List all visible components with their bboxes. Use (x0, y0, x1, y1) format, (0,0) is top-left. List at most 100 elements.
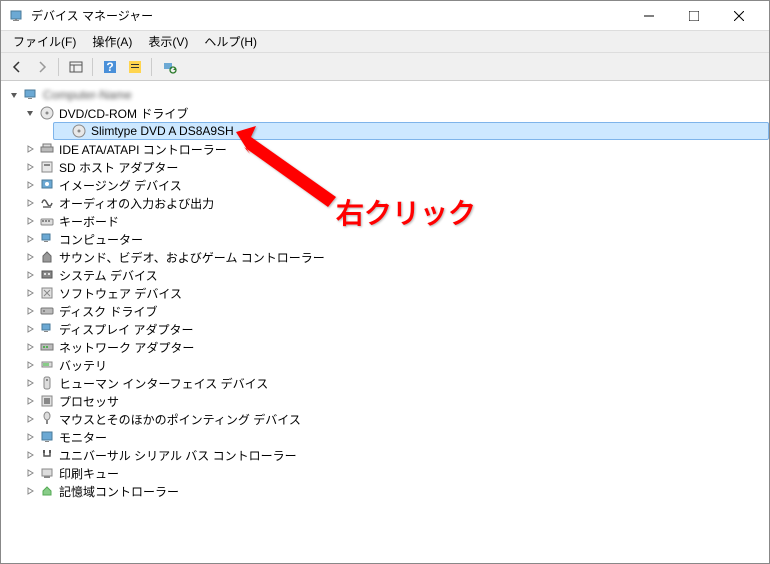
tree-node-category[interactable]: 記憶域コントローラー (21, 482, 769, 500)
tree-node-category[interactable]: バッテリ (21, 356, 769, 374)
chevron-right-icon[interactable] (23, 250, 37, 264)
dvd-device-label: Slimtype DVD A DS8A9SH (91, 124, 234, 138)
chevron-right-icon[interactable] (23, 160, 37, 174)
computer-icon (23, 87, 39, 103)
category-label: ネットワーク アダプター (59, 339, 194, 356)
device-category-icon (39, 267, 55, 283)
chevron-right-icon[interactable] (23, 232, 37, 246)
category-label: SD ホスト アダプター (59, 159, 178, 176)
menu-view[interactable]: 表示(V) (140, 31, 196, 52)
scan-button[interactable] (123, 56, 146, 78)
device-category-icon (39, 285, 55, 301)
tree-root-node[interactable]: Computer-Name (5, 86, 769, 104)
tree-node-category[interactable]: システム デバイス (21, 266, 769, 284)
chevron-right-icon[interactable] (23, 466, 37, 480)
chevron-right-icon[interactable] (23, 484, 37, 498)
tree-node-category[interactable]: ソフトウェア デバイス (21, 284, 769, 302)
tree-node-dvd-device[interactable]: Slimtype DVD A DS8A9SH (53, 122, 769, 140)
device-category-icon (39, 303, 55, 319)
tree-node-category[interactable]: ユニバーサル シリアル バス コントローラー (21, 446, 769, 464)
category-label: イメージング デバイス (59, 177, 182, 194)
device-category-icon (39, 483, 55, 499)
chevron-right-icon[interactable] (23, 394, 37, 408)
chevron-right-icon[interactable] (23, 376, 37, 390)
chevron-right-icon[interactable] (23, 412, 37, 426)
tree-node-category[interactable]: サウンド、ビデオ、およびゲーム コントローラー (21, 248, 769, 266)
chevron-right-icon[interactable] (23, 142, 37, 156)
show-hide-button[interactable] (64, 56, 87, 78)
device-category-icon (39, 321, 55, 337)
back-button[interactable] (5, 56, 28, 78)
menu-file[interactable]: ファイル(F) (5, 31, 84, 52)
category-label: ソフトウェア デバイス (59, 285, 182, 302)
tree-node-category[interactable]: イメージング デバイス (21, 176, 769, 194)
chevron-right-icon[interactable] (23, 322, 37, 336)
category-label: キーボード (59, 213, 119, 230)
chevron-right-icon[interactable] (23, 214, 37, 228)
device-category-icon (39, 411, 55, 427)
chevron-right-icon[interactable] (23, 286, 37, 300)
svg-text:?: ? (106, 60, 113, 74)
window-title: デバイス マネージャー (31, 7, 626, 24)
menu-action[interactable]: 操作(A) (84, 31, 140, 52)
category-label: ヒューマン インターフェイス デバイス (59, 375, 268, 392)
device-manager-window: デバイス マネージャー ファイル(F) 操作(A) 表示(V) ヘルプ(H) ? (0, 0, 770, 564)
category-label: システム デバイス (59, 267, 158, 284)
tree-node-category[interactable]: ディスク ドライブ (21, 302, 769, 320)
dvd-category-label: DVD/CD-ROM ドライブ (59, 105, 188, 122)
category-label: オーディオの入力および出力 (59, 195, 214, 212)
help-button[interactable]: ? (98, 56, 121, 78)
tree-node-category[interactable]: コンピューター (21, 230, 769, 248)
menu-help[interactable]: ヘルプ(H) (196, 31, 265, 52)
forward-button[interactable] (30, 56, 53, 78)
category-label: コンピューター (59, 231, 143, 248)
tree-node-category[interactable]: キーボード (21, 212, 769, 230)
category-label: 記憶域コントローラー (59, 483, 179, 500)
device-category-icon (39, 177, 55, 193)
tree-node-category[interactable]: SD ホスト アダプター (21, 158, 769, 176)
device-category-icon (39, 447, 55, 463)
device-category-icon (39, 213, 55, 229)
category-label: バッテリ (59, 357, 107, 374)
tree-node-category[interactable]: オーディオの入力および出力 (21, 194, 769, 212)
titlebar: デバイス マネージャー (1, 1, 769, 31)
tree-node-category[interactable]: マウスとそのほかのポインティング デバイス (21, 410, 769, 428)
tree-node-category[interactable]: 印刷キュー (21, 464, 769, 482)
chevron-down-icon[interactable] (23, 106, 37, 120)
toolbar: ? (1, 53, 769, 81)
toolbar-separator (92, 58, 93, 76)
category-label: マウスとそのほかのポインティング デバイス (59, 411, 301, 428)
device-category-icon (39, 249, 55, 265)
tree-node-category[interactable]: モニター (21, 428, 769, 446)
toolbar-separator (151, 58, 152, 76)
chevron-down-icon[interactable] (7, 88, 21, 102)
category-label: ディスク ドライブ (59, 303, 158, 320)
app-icon (9, 8, 25, 24)
refresh-button[interactable] (157, 56, 180, 78)
chevron-right-icon[interactable] (23, 268, 37, 282)
chevron-right-icon[interactable] (23, 340, 37, 354)
category-label: サウンド、ビデオ、およびゲーム コントローラー (59, 249, 325, 266)
tree-node-category[interactable]: ネットワーク アダプター (21, 338, 769, 356)
tree-node-dvd-category[interactable]: DVD/CD-ROM ドライブ (21, 104, 769, 122)
tree-node-category[interactable]: プロセッサ (21, 392, 769, 410)
chevron-right-icon[interactable] (23, 430, 37, 444)
tree-node-category[interactable]: IDE ATA/ATAPI コントローラー (21, 140, 769, 158)
device-category-icon (39, 195, 55, 211)
device-category-icon (39, 141, 55, 157)
chevron-right-icon[interactable] (23, 358, 37, 372)
close-button[interactable] (716, 2, 761, 30)
root-label: Computer-Name (43, 88, 132, 102)
dvd-drive-icon (71, 123, 87, 139)
chevron-right-icon[interactable] (23, 178, 37, 192)
tree-node-category[interactable]: ヒューマン インターフェイス デバイス (21, 374, 769, 392)
dvd-drive-icon (39, 105, 55, 121)
chevron-right-icon[interactable] (23, 196, 37, 210)
minimize-button[interactable] (626, 2, 671, 30)
chevron-right-icon[interactable] (23, 448, 37, 462)
tree-node-category[interactable]: ディスプレイ アダプター (21, 320, 769, 338)
device-category-icon (39, 357, 55, 373)
maximize-button[interactable] (671, 2, 716, 30)
chevron-right-icon[interactable] (23, 304, 37, 318)
device-tree-panel[interactable]: Computer-Name DVD/CD-ROM ドライブ Slimtype D… (1, 81, 769, 563)
